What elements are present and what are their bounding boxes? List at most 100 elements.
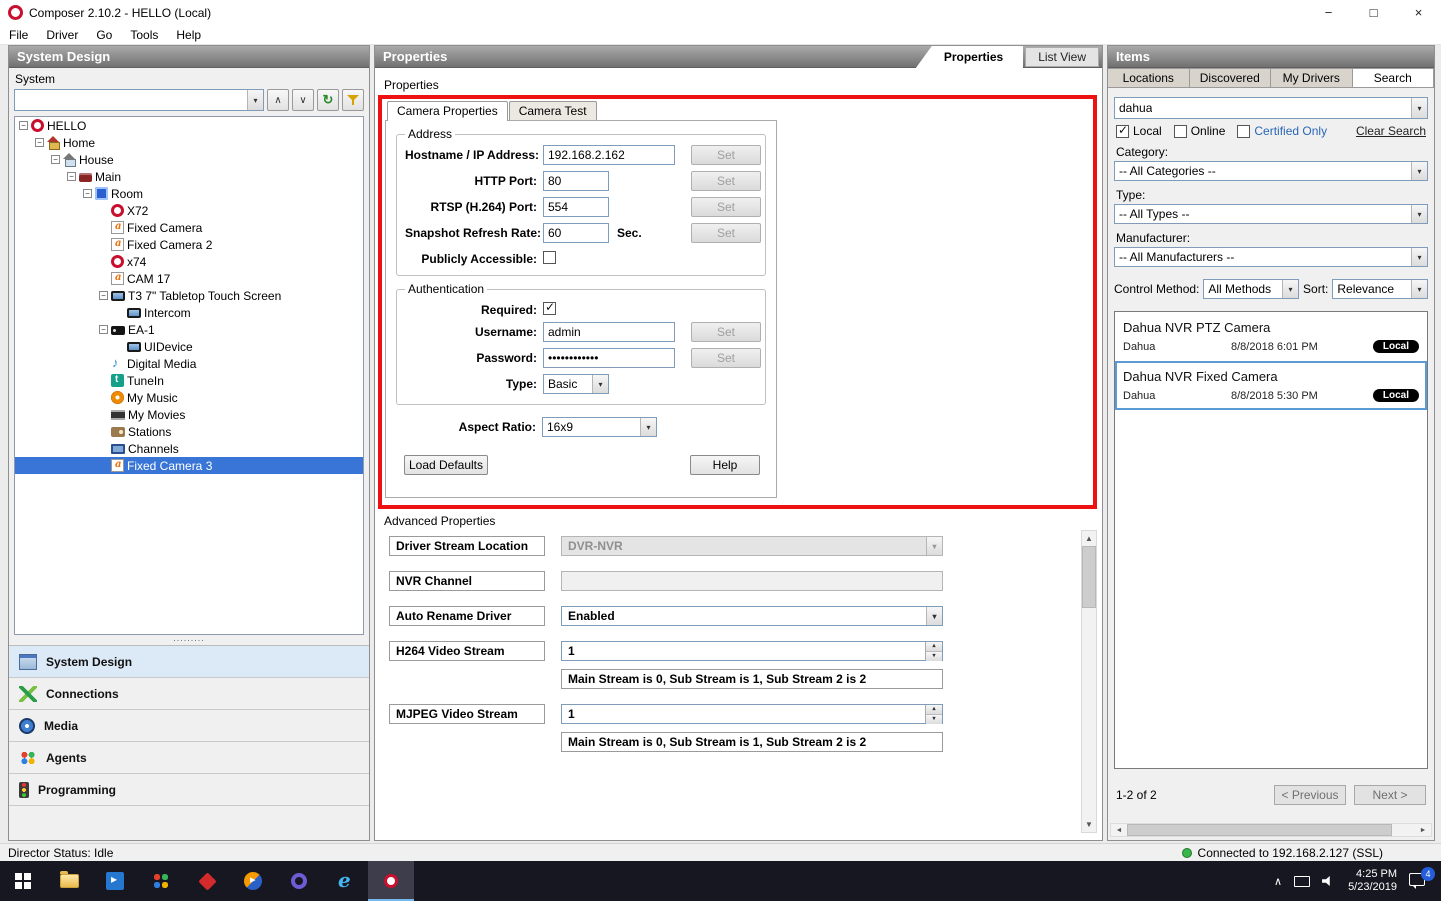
tree-item-x74[interactable]: x74 <box>15 253 363 270</box>
menu-tools[interactable]: Tools <box>121 28 167 42</box>
nav-item-programming[interactable]: Programming <box>9 774 369 806</box>
password-set-button[interactable]: Set <box>691 348 761 368</box>
scroll-down-icon[interactable]: ▼ <box>1082 817 1096 832</box>
tree-item-stations[interactable]: Stations <box>15 423 363 440</box>
local-checkbox[interactable] <box>1116 125 1129 138</box>
refresh-button[interactable]: ↻ <box>317 89 339 111</box>
tab-list-view[interactable]: List View <box>1025 47 1099 67</box>
tree-expander-icon[interactable]: − <box>51 155 60 164</box>
tree-item-fixed-camera-3[interactable]: Fixed Camera 3 <box>15 457 363 474</box>
chevron-down-icon[interactable]: ▾ <box>1411 98 1427 118</box>
scroll-up-icon[interactable]: ▲ <box>1082 531 1096 546</box>
tree-item-room[interactable]: −Room <box>15 185 363 202</box>
snapshot-rate-input[interactable]: 60 <box>543 223 609 243</box>
tray-chevron-up-icon[interactable]: ∧ <box>1274 875 1282 888</box>
scrollbar-thumb[interactable] <box>1082 546 1096 608</box>
taskbar-blue-app-button[interactable] <box>92 861 138 901</box>
taskbar-colorful-app-button[interactable] <box>138 861 184 901</box>
aspect-ratio-dropdown[interactable]: 16x9 ▾ <box>542 417 657 437</box>
taskbar-red-app-button[interactable] <box>184 861 230 901</box>
tray-volume-icon[interactable] <box>1322 875 1336 887</box>
auth-type-dropdown[interactable]: Basic ▾ <box>543 374 609 394</box>
taskbar-media-app-button[interactable] <box>230 861 276 901</box>
http-port-set-button[interactable]: Set <box>691 171 761 191</box>
items-search-input[interactable]: dahua ▾ <box>1114 97 1428 119</box>
advanced-scrollbar[interactable]: ▲ ▼ <box>1081 530 1097 833</box>
snapshot-rate-set-button[interactable]: Set <box>691 223 761 243</box>
scrollbar-thumb[interactable] <box>1127 824 1392 836</box>
tree-item-fixed-camera[interactable]: Fixed Camera <box>15 219 363 236</box>
tree-item-fixed-camera-2[interactable]: Fixed Camera 2 <box>15 236 363 253</box>
menu-go[interactable]: Go <box>87 28 121 42</box>
tree-item-channels[interactable]: Channels <box>15 440 363 457</box>
username-input[interactable]: admin <box>543 322 675 342</box>
load-defaults-button[interactable]: Load Defaults <box>404 455 488 475</box>
taskbar-clock[interactable]: 4:25 PM 5/23/2019 <box>1348 868 1397 894</box>
tree-expander-icon[interactable]: − <box>19 121 28 130</box>
tab-camera-properties[interactable]: Camera Properties <box>387 101 508 121</box>
tree-item-t3-7-tabletop-touch-screen[interactable]: −T3 7" Tabletop Touch Screen <box>15 287 363 304</box>
close-button[interactable]: × <box>1396 0 1441 25</box>
tree-item-digital-media[interactable]: Digital Media <box>15 355 363 372</box>
required-checkbox[interactable] <box>543 302 556 315</box>
spinner-up-icon[interactable]: ▴ <box>926 705 942 715</box>
rtsp-port-input[interactable]: 554 <box>543 197 609 217</box>
hostname-set-button[interactable]: Set <box>691 145 761 165</box>
chevron-down-icon[interactable]: ▾ <box>247 90 263 110</box>
next-button[interactable]: Next > <box>1354 785 1426 805</box>
tab-locations[interactable]: Locations <box>1108 68 1190 88</box>
result-dahua-nvr-fixed-camera[interactable]: Dahua NVR Fixed CameraDahua8/8/2018 5:30… <box>1115 361 1427 410</box>
tree-item-uidevice[interactable]: UIDevice <box>15 338 363 355</box>
scrollbar-track[interactable] <box>1127 824 1415 836</box>
control-method-dropdown[interactable]: All Methods ▾ <box>1203 279 1299 299</box>
taskbar-purple-app-button[interactable] <box>276 861 322 901</box>
tab-search[interactable]: Search <box>1353 68 1435 88</box>
spinner-up-icon[interactable]: ▴ <box>926 642 942 652</box>
password-input[interactable]: •••••••••••• <box>543 348 675 368</box>
nav-item-media[interactable]: Media <box>9 710 369 742</box>
panel-splitter[interactable]: ......... <box>9 635 369 645</box>
tree-expander-icon[interactable]: − <box>99 291 108 300</box>
search-previous-button[interactable]: ∧ <box>267 89 289 111</box>
tab-my-drivers[interactable]: My Drivers <box>1271 68 1353 88</box>
tree-item-intercom[interactable]: Intercom <box>15 304 363 321</box>
manufacturer-dropdown[interactable]: -- All Manufacturers -- ▾ <box>1114 247 1428 267</box>
tree-item-home[interactable]: −Home <box>15 134 363 151</box>
category-dropdown[interactable]: -- All Categories -- ▾ <box>1114 161 1428 181</box>
tree-item-hello[interactable]: −HELLO <box>15 117 363 134</box>
tree-item-my-movies[interactable]: My Movies <box>15 406 363 423</box>
taskbar-start-button[interactable] <box>0 861 46 901</box>
spinner-down-icon[interactable]: ▾ <box>926 652 942 661</box>
search-next-button[interactable]: ∨ <box>292 89 314 111</box>
nav-item-connections[interactable]: Connections <box>9 678 369 710</box>
menu-help[interactable]: Help <box>167 28 210 42</box>
scrollbar-track[interactable] <box>1082 546 1096 817</box>
username-set-button[interactable]: Set <box>691 322 761 342</box>
scroll-left-icon[interactable]: ◄ <box>1111 824 1127 836</box>
tree-item-my-music[interactable]: My Music <box>15 389 363 406</box>
tab-properties[interactable]: Properties <box>916 46 1023 68</box>
h264-video-stream-spinner[interactable]: 1▴▾ <box>561 641 943 661</box>
sort-dropdown[interactable]: Relevance ▾ <box>1332 279 1428 299</box>
previous-button[interactable]: < Previous <box>1274 785 1346 805</box>
tree-item-main[interactable]: −Main <box>15 168 363 185</box>
scroll-right-icon[interactable]: ► <box>1415 824 1431 836</box>
tree-item-cam-17[interactable]: CAM 17 <box>15 270 363 287</box>
rtsp-port-set-button[interactable]: Set <box>691 197 761 217</box>
tree-expander-icon[interactable]: − <box>67 172 76 181</box>
tree-expander-icon[interactable]: − <box>99 325 108 334</box>
clear-search-link[interactable]: Clear Search <box>1356 124 1426 138</box>
tray-display-icon[interactable] <box>1294 876 1310 887</box>
tab-camera-test[interactable]: Camera Test <box>509 101 597 120</box>
tree-expander-icon[interactable]: − <box>35 138 44 147</box>
maximize-button[interactable]: □ <box>1351 0 1396 25</box>
nav-item-agents[interactable]: Agents <box>9 742 369 774</box>
publicly-accessible-checkbox[interactable] <box>543 251 556 264</box>
taskbar-composer-button[interactable] <box>368 861 414 901</box>
menu-file[interactable]: File <box>0 28 37 42</box>
notification-center-button[interactable]: 4 <box>1409 871 1433 891</box>
nav-item-system-design[interactable]: System Design <box>9 646 369 678</box>
result-dahua-nvr-ptz-camera[interactable]: Dahua NVR PTZ CameraDahua8/8/2018 6:01 P… <box>1115 312 1427 361</box>
online-checkbox[interactable] <box>1174 125 1187 138</box>
taskbar-file-explorer-button[interactable] <box>46 861 92 901</box>
